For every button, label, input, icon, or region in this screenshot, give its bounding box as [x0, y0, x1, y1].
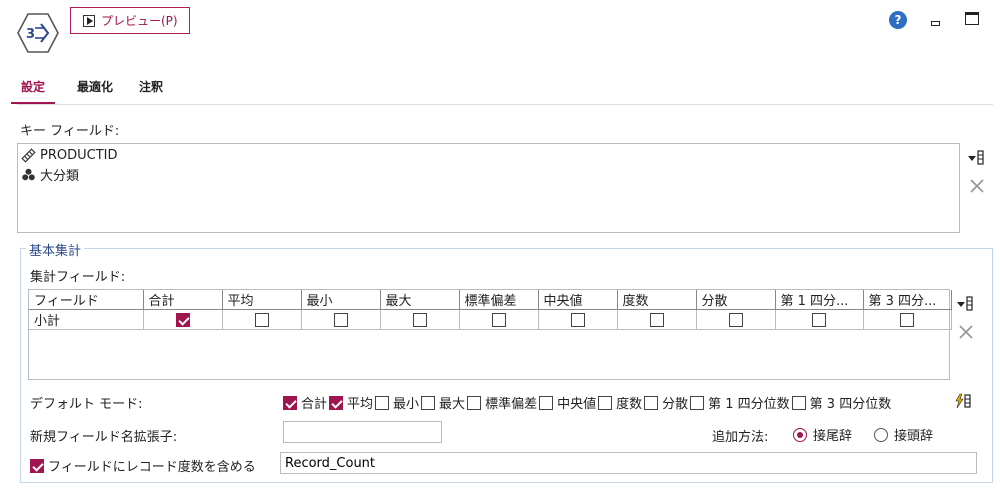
default-mode-max[interactable]: 最大	[421, 393, 465, 412]
preview-button[interactable]: プレビュー(P)	[70, 7, 190, 34]
field-picker-icon[interactable]	[967, 150, 985, 166]
append-method-label: 追加方法:	[712, 430, 769, 445]
column-header[interactable]: 中央値	[537, 290, 618, 310]
median-checkbox[interactable]	[570, 312, 585, 327]
default-mode-q1[interactable]: 第 1 四分位数	[690, 393, 790, 412]
nominal-field-icon	[21, 148, 36, 163]
default-mode-min[interactable]: 最小	[375, 393, 419, 412]
mode-label: 中央値	[557, 397, 597, 412]
suffix-label: 接尾辞	[813, 429, 853, 444]
group-legend: 基本集計	[26, 240, 85, 259]
checkbox[interactable]	[644, 395, 659, 410]
column-header[interactable]: 第 3 四分...	[862, 290, 952, 310]
q1-checkbox[interactable]	[812, 312, 826, 327]
prefix-label: 接頭辞	[894, 429, 934, 444]
table-header-row: フィールド 合計 平均 最小 最大 標準偏差 中央値 度数 分散 第 1 四分.…	[29, 290, 952, 310]
play-icon	[83, 14, 95, 27]
list-item[interactable]: PRODUCTID	[18, 146, 959, 165]
min-checkbox[interactable]	[333, 312, 348, 327]
tab-annotations[interactable]: 注釈	[135, 80, 167, 104]
checkbox[interactable]	[421, 395, 436, 410]
svg-text:3: 3	[26, 27, 35, 42]
column-header[interactable]: 合計	[142, 290, 223, 310]
count-checkbox[interactable]	[649, 312, 664, 327]
default-mode-sdev[interactable]: 標準偏差	[467, 393, 537, 412]
tab-optimization[interactable]: 最適化	[73, 80, 117, 104]
column-header[interactable]: 標準偏差	[458, 290, 539, 310]
new-field-ext-input[interactable]	[283, 421, 442, 443]
checkbox[interactable]	[375, 395, 390, 410]
checkbox[interactable]	[329, 395, 344, 410]
checkbox[interactable]	[30, 458, 44, 473]
default-mode-mean[interactable]: 平均	[329, 393, 373, 412]
record-count-field-input[interactable]	[280, 452, 977, 474]
default-mode-count[interactable]: 度数	[598, 393, 642, 412]
mode-label: 第 3 四分位数	[809, 397, 892, 412]
tab-bar: 設定 最適化 注釈	[11, 80, 167, 106]
default-mode-q3[interactable]: 第 3 四分位数	[791, 393, 892, 412]
set-field-icon	[22, 168, 35, 181]
mode-label: 合計	[301, 397, 328, 412]
default-mode-median[interactable]: 中央値	[539, 393, 596, 412]
checkbox[interactable]	[598, 395, 613, 410]
column-header[interactable]: 平均	[221, 290, 302, 310]
prefix-radio[interactable]: 接頭辞	[874, 425, 933, 444]
column-header[interactable]: 第 1 四分...	[774, 290, 864, 310]
maximize-icon[interactable]	[965, 12, 979, 25]
q3-checkbox[interactable]	[900, 312, 914, 327]
field-cell: 小計	[29, 309, 144, 330]
tab-settings[interactable]: 設定	[11, 80, 56, 104]
checkbox[interactable]	[690, 395, 705, 410]
table-row[interactable]: 小計	[29, 309, 952, 330]
mode-label: 標準偏差	[485, 397, 538, 412]
mode-label: 第 1 四分位数	[708, 397, 790, 412]
include-count-checkbox[interactable]: フィールドにレコード度数を含める	[30, 456, 256, 475]
include-count-label: フィールドにレコード度数を含める	[48, 460, 256, 475]
new-field-ext-label: 新規フィールド名拡張子:	[30, 430, 178, 445]
key-fields-list[interactable]: PRODUCTID 大分類	[17, 143, 960, 233]
default-mode-label: デフォルト モード:	[30, 397, 143, 412]
default-mode-sum[interactable]: 合計	[283, 393, 327, 412]
variance-checkbox[interactable]	[728, 312, 743, 327]
default-mode-variance[interactable]: 分散	[644, 393, 688, 412]
default-modes: 合計 平均 最小 最大 標準偏差 中央値 度数 分散 第 1 四分位数 第 3 …	[283, 393, 893, 412]
help-icon[interactable]: ?	[889, 11, 907, 29]
mode-label: 平均	[347, 397, 374, 412]
key-fields-label: キー フィールド:	[20, 124, 120, 139]
agg-fields-table[interactable]: フィールド 合計 平均 最小 最大 標準偏差 中央値 度数 分散 第 1 四分.…	[28, 289, 952, 380]
suffix-radio[interactable]: 接尾辞	[793, 425, 852, 444]
list-item[interactable]: 大分類	[18, 165, 959, 184]
checkbox[interactable]	[283, 395, 297, 410]
key-field-name: PRODUCTID	[40, 148, 118, 163]
aggregate-node-icon: 3	[17, 13, 59, 53]
mode-label: 分散	[662, 397, 689, 412]
mode-label: 最小	[393, 397, 420, 412]
preview-label: プレビュー(P)	[101, 14, 178, 28]
delete-icon[interactable]	[968, 178, 986, 194]
apply-defaults-icon[interactable]	[954, 393, 972, 409]
checkbox[interactable]	[467, 395, 482, 410]
sdev-checkbox[interactable]	[491, 312, 506, 327]
field-picker-icon[interactable]	[956, 296, 974, 312]
checkbox[interactable]	[539, 395, 554, 410]
column-header[interactable]: フィールド	[29, 290, 144, 310]
radio[interactable]	[793, 427, 807, 442]
column-header[interactable]: 度数	[616, 290, 697, 310]
radio[interactable]	[874, 427, 888, 442]
checkbox[interactable]	[791, 395, 806, 410]
column-header[interactable]: 最小	[300, 290, 381, 310]
key-field-name: 大分類	[40, 169, 80, 184]
tab-divider	[17, 104, 993, 105]
delete-icon[interactable]	[957, 324, 975, 340]
mode-label: 最大	[439, 397, 466, 412]
mean-checkbox[interactable]	[254, 312, 269, 327]
sum-checkbox[interactable]	[175, 312, 190, 327]
max-checkbox[interactable]	[412, 312, 427, 327]
column-header[interactable]: 分散	[695, 290, 776, 310]
mode-label: 度数	[616, 397, 643, 412]
agg-fields-label: 集計フィールド:	[30, 270, 126, 285]
column-header[interactable]: 最大	[379, 290, 460, 310]
minimize-icon[interactable]	[931, 21, 940, 26]
